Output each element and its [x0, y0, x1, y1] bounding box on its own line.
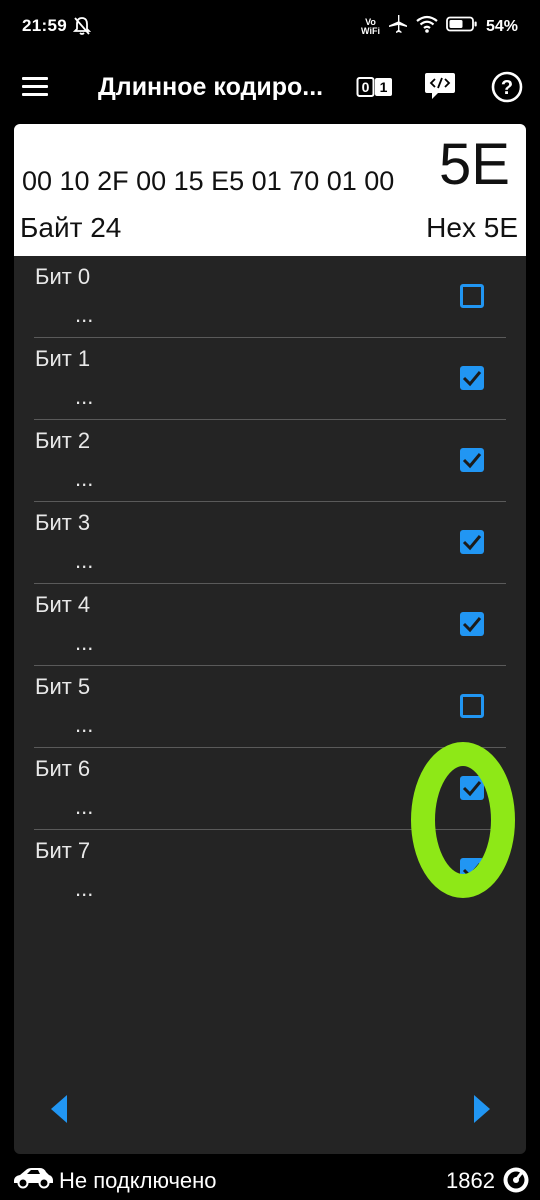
hex-header: 00 10 2F 00 15 E5 01 70 01 00 5E Байт 24…	[14, 124, 526, 256]
connection-status: Не подключено	[59, 1168, 217, 1193]
bit-description: ...	[75, 548, 94, 573]
status-time: 21:59	[22, 16, 67, 35]
page-title: Длинное кодиро...	[98, 73, 324, 101]
airplane-icon	[388, 14, 408, 39]
bit-row-4[interactable]: Бит 4 ...	[34, 584, 506, 666]
bit-description: ...	[75, 384, 94, 409]
bit-description: ...	[75, 794, 94, 819]
current-hex-value: 5E	[439, 132, 510, 197]
binary-toggle-left: 0	[362, 79, 370, 95]
battery-percent: 54%	[485, 17, 518, 35]
battery-icon	[446, 16, 478, 37]
bit-description: ...	[75, 630, 94, 655]
bit-name: Бит 0	[35, 264, 91, 289]
bit-description: ...	[75, 466, 94, 491]
car-icon	[12, 1167, 54, 1194]
bit-editor-panel: 00 10 2F 00 15 E5 01 70 01 00 5E Байт 24…	[14, 124, 526, 1154]
bit-row-2[interactable]: Бит 2 ...	[34, 420, 506, 502]
code-icon[interactable]	[424, 71, 456, 106]
bit-checkbox[interactable]	[460, 448, 484, 472]
gauge-icon	[502, 1166, 530, 1199]
bit-description: ...	[75, 876, 94, 901]
help-icon[interactable]: ?	[491, 71, 523, 108]
vowifi-bottom-label: WiFi	[361, 25, 380, 36]
bit-name: Бит 2	[35, 428, 91, 453]
status-bar: 21:59 Vo WiFi 54%	[0, 0, 540, 56]
bit-name: Бит 7	[35, 838, 91, 863]
bit-name: Бит 3	[35, 510, 91, 535]
hex-stream-text: 00 10 2F 00 15 E5 01 70 01 00	[22, 166, 395, 196]
hex-stream: 00 10 2F 00 15 E5 01 70 01 00	[22, 166, 442, 197]
bit-checkbox[interactable]	[460, 530, 484, 554]
next-arrow-icon[interactable]	[472, 1094, 492, 1129]
bit-row-5[interactable]: Бит 5 ...	[34, 666, 506, 748]
byte-label: Байт 24	[20, 212, 122, 243]
bell-muted-icon	[72, 16, 92, 41]
binary-toggle-right: 1	[380, 79, 388, 95]
hex-label: Hex 5E	[426, 212, 518, 243]
wifi-icon	[416, 15, 438, 38]
menu-icon[interactable]	[22, 74, 54, 102]
bit-name: Бит 5	[35, 674, 91, 699]
app-bar: Длинное кодиро... 0 1 ?	[0, 56, 540, 120]
help-glyph: ?	[501, 77, 513, 99]
vowifi-icon: Vo WiFi	[361, 17, 380, 36]
bit-checkbox[interactable]	[460, 694, 484, 718]
connection-footer: Не подключено 1862	[0, 1158, 540, 1200]
handwritten-zero-annotation: 0	[405, 740, 525, 910]
bit-name: Бит 6	[35, 756, 91, 781]
bit-row-3[interactable]: Бит 3 ...	[34, 502, 506, 584]
counter-value: 1862	[446, 1168, 495, 1193]
bit-name: Бит 4	[35, 592, 91, 617]
bit-row-1[interactable]: Бит 1 ...	[34, 338, 506, 420]
bit-description: ...	[75, 302, 94, 327]
bit-row-0[interactable]: Бит 0 ...	[34, 256, 506, 338]
prev-arrow-icon[interactable]	[49, 1094, 69, 1129]
bit-checkbox[interactable]	[460, 612, 484, 636]
bit-description: ...	[75, 712, 94, 737]
overlay-glyph: 0	[463, 831, 464, 833]
bit-name: Бит 1	[35, 346, 91, 371]
bit-checkbox[interactable]	[460, 366, 484, 390]
bit-checkbox[interactable]	[460, 284, 484, 308]
binary-toggle-icon[interactable]: 0 1	[356, 75, 394, 104]
